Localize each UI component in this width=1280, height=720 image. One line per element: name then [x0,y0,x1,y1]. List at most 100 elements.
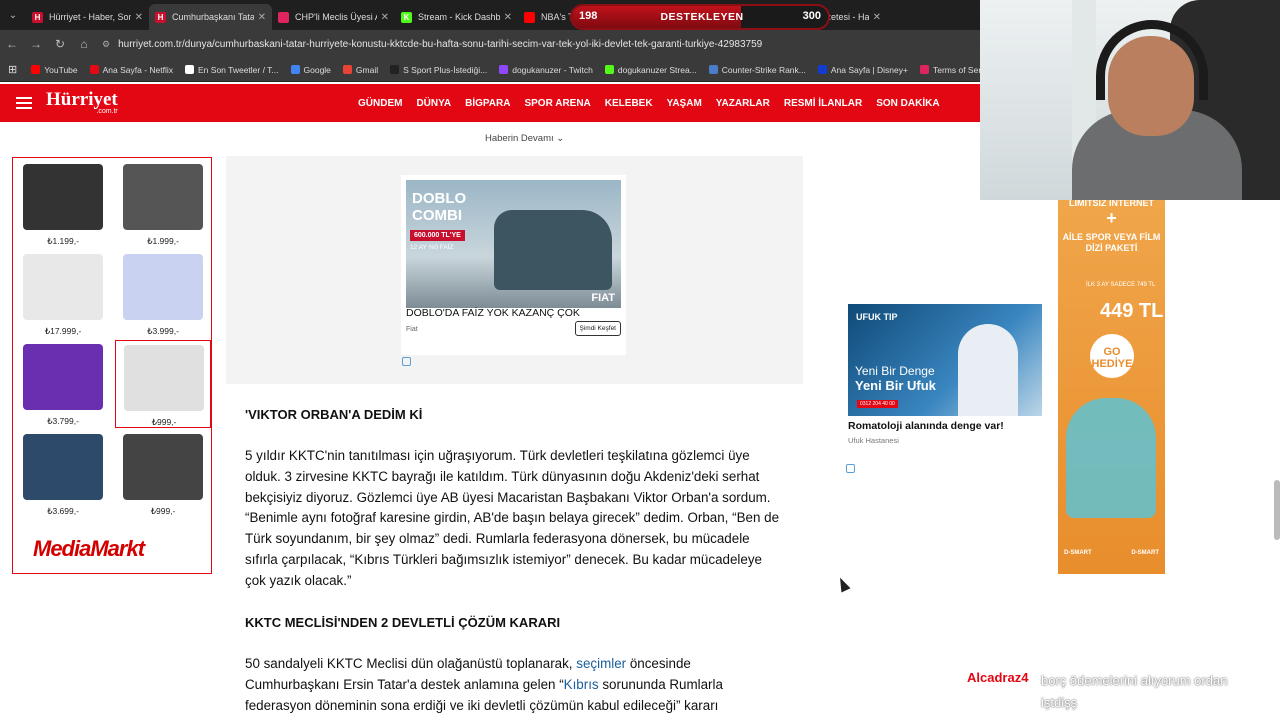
bookmark-item[interactable]: S Sport Plus-İstediği... [390,65,487,75]
nav-item[interactable]: YAZARLAR [716,98,770,109]
product-price: ₺17.999,- [44,326,82,336]
close-tab-icon[interactable]: ✕ [504,12,512,23]
product-tile[interactable]: ₺3.799,- [15,340,111,428]
bookmark-item[interactable]: Ana Sayfa - Netflix [89,64,174,75]
dsmart-ad[interactable]: LİMİTSİZ İNTERNET + AİLE SPOR VEYA FİLM … [1058,198,1165,574]
reload-icon[interactable]: ↻ [48,37,72,51]
bookmark-item[interactable]: Ana Sayfa | Disney+ [817,64,908,75]
nav-item[interactable]: DÜNYA [416,98,451,109]
dsmart-promo: İLK 3 AY SADECE 749 TL [1086,282,1156,288]
nav-item[interactable]: GÜNDEM [358,98,402,109]
ufuk-ad-title[interactable]: Romatoloji alanında denge var! [848,420,1004,432]
bookmark-item[interactable]: Google [290,65,331,75]
bookmark-favicon-icon [89,65,99,74]
product-tile[interactable]: ₺17.999,- [15,250,111,338]
adchoices-icon[interactable] [846,464,855,473]
product-price: ₺1.999,- [147,236,179,246]
tab-favicon-icon: H [32,11,43,23]
close-tab-icon[interactable]: ✕ [135,12,143,23]
bookmark-item[interactable]: Counter-Strike Rank... [708,65,806,75]
read-more-label: Haberin Devamı [485,133,554,144]
read-more-toggle[interactable]: Haberin Devamı ⌄ [485,133,564,144]
scrollbar-thumb[interactable] [1274,480,1280,540]
bookmarks-bar: ⊞ YouTube Ana Sayfa - Netflix En Son Tweet… [0,58,1018,82]
site-header: Hürriyet .com.tr GÜNDEM DÜNYA BİGPARA SPOR … [0,84,980,122]
close-tab-icon[interactable]: ✕ [381,12,389,23]
bookmark-label: Ana Sayfa | Disney+ [830,64,908,75]
tab-search-icon[interactable]: ⌄ [0,0,26,30]
browser-tab[interactable]: CHP'li Meclis Üyesi A ✕ [272,4,395,30]
bookmark-label: YouTube [44,64,78,75]
bookmark-item[interactable]: dogukanuzer Strea... [604,65,697,75]
screen: ⌄ H Hürriyet - Haber, Son ✕ H Cumhurbaşkanı … [0,0,1280,720]
fiat-line1: DOBLO [412,190,467,207]
goal-target: 300 [802,10,821,22]
monitor-arm-icon [123,164,203,230]
dsmart-go-badge: GO HEDİYE [1090,334,1134,378]
keyboard-icon [124,345,204,411]
article-paragraph-1: 5 yıldır KKTC'nin tanıtılması için uğraş… [245,448,780,588]
bookmark-label: Gmail [355,64,379,75]
product-tile[interactable]: ₺1.199,- [15,160,111,248]
bookmark-favicon-icon [817,65,827,74]
back-icon[interactable]: ← [0,37,24,51]
mediamarkt-ad[interactable]: ₺1.199,- ₺1.999,- ₺17.999,- ₺3.999,- ₺3.799,… [12,157,212,574]
fiat-ad[interactable]: DOBLO COMBI 600.000 TL'YE 12 AY %0 FAİZ F… [401,175,626,355]
site-info-icon[interactable]: ⚙ [102,39,110,50]
product-tile[interactable]: ₺1.999,- [115,160,211,248]
bookmark-favicon-icon [390,65,400,74]
adchoices-icon[interactable] [402,357,411,366]
chevron-down-icon: ⌄ [556,133,565,144]
nav-item[interactable]: BİGPARA [465,98,510,109]
browser-tab[interactable]: K Stream - Kick Dashbo ✕ [395,4,518,30]
link-kibris[interactable]: Kıbrıs [564,677,599,692]
bookmark-item[interactable]: Gmail [342,64,379,75]
bookmark-item[interactable]: En Son Tweetler / T... [185,65,279,75]
fiat-source: Fiat [406,326,418,333]
nav-item[interactable]: RESMİ İLANLAR [784,98,862,109]
fiat-badge2: 12 AY %0 FAİZ [410,244,454,251]
bookmark-favicon-icon [185,65,195,74]
tab-favicon-icon [278,11,289,23]
ufuk-ad[interactable]: UFUK TIP Yeni Bir Denge Yeni Bir Ufuk 03… [848,304,1042,416]
product-tile[interactable]: ₺999,- [115,430,211,518]
product-price: ₺1.199,- [47,236,79,246]
forward-icon[interactable]: → [24,37,48,51]
url-field[interactable]: ⚙ hurriyet.com.tr/dunya/cumhurbaskani-ta… [102,39,762,50]
nav-item[interactable]: KELEBEK [605,98,653,109]
product-tile[interactable]: ₺999,- [115,340,211,428]
bookmark-item[interactable]: YouTube [31,64,78,75]
nav-item[interactable]: YAŞAM [667,98,702,109]
dsmart-plus: + [1106,208,1117,228]
nav-item[interactable]: SPOR ARENA [524,98,590,109]
ufuk-phone: 0312 204 40 00 [857,400,898,408]
home-icon[interactable]: ⌂ [72,37,96,51]
site-logo[interactable]: Hürriyet .com.tr [46,90,118,115]
article-paragraph-2: 50 sandalyeli KKTC Meclisi dün olağanüst… [245,654,785,716]
mouse-cursor-icon [835,575,851,593]
tab-favicon-icon [524,11,535,23]
article-heading-2: KKTC MECLİSİ'NDEN 2 DEVLETLİ ÇÖZÜM KARAR… [245,615,561,630]
tab-title: Stream - Kick Dashbo [418,12,500,22]
product-price: ₺999,- [151,417,177,427]
browser-tab[interactable]: H Cumhurbaşkanı Tatar ✕ [149,4,272,30]
close-tab-icon[interactable]: ✕ [873,12,881,23]
dsmart-mid: AİLE SPOR VEYA FİLM DİZİ PAKETİ [1062,232,1161,253]
fiat-cta-button[interactable]: Şimdi Keşfet [574,321,621,336]
product-tile[interactable]: ₺3.699,- [15,430,111,518]
nav-item[interactable]: SON DAKİKA [876,98,939,109]
menu-icon[interactable] [16,94,32,112]
bookmark-favicon-icon [604,65,614,74]
bookmark-label: Ana Sayfa - Netflix [102,64,174,75]
apps-icon[interactable]: ⊞ [8,63,17,76]
browser-tab[interactable]: H Hürriyet - Haber, Son ✕ [26,4,149,30]
washing-machine-icon [23,254,103,320]
close-tab-icon[interactable]: ✕ [258,12,266,23]
fiat-ad-image: DOBLO COMBI 600.000 TL'YE 12 AY %0 FAİZ F… [406,180,621,308]
product-tile[interactable]: ₺3.999,- [115,250,211,338]
fiat-headline[interactable]: DOBLO'DA FAİZ YOK KAZANÇ ÇOK [406,307,580,319]
link-secimler[interactable]: seçimler [576,656,626,671]
mediamarkt-logo: MediaMarkt [33,536,145,561]
ufuk-logo: UFUK TIP [856,312,898,322]
bookmark-item[interactable]: dogukanuzer - Twitch [499,65,593,75]
